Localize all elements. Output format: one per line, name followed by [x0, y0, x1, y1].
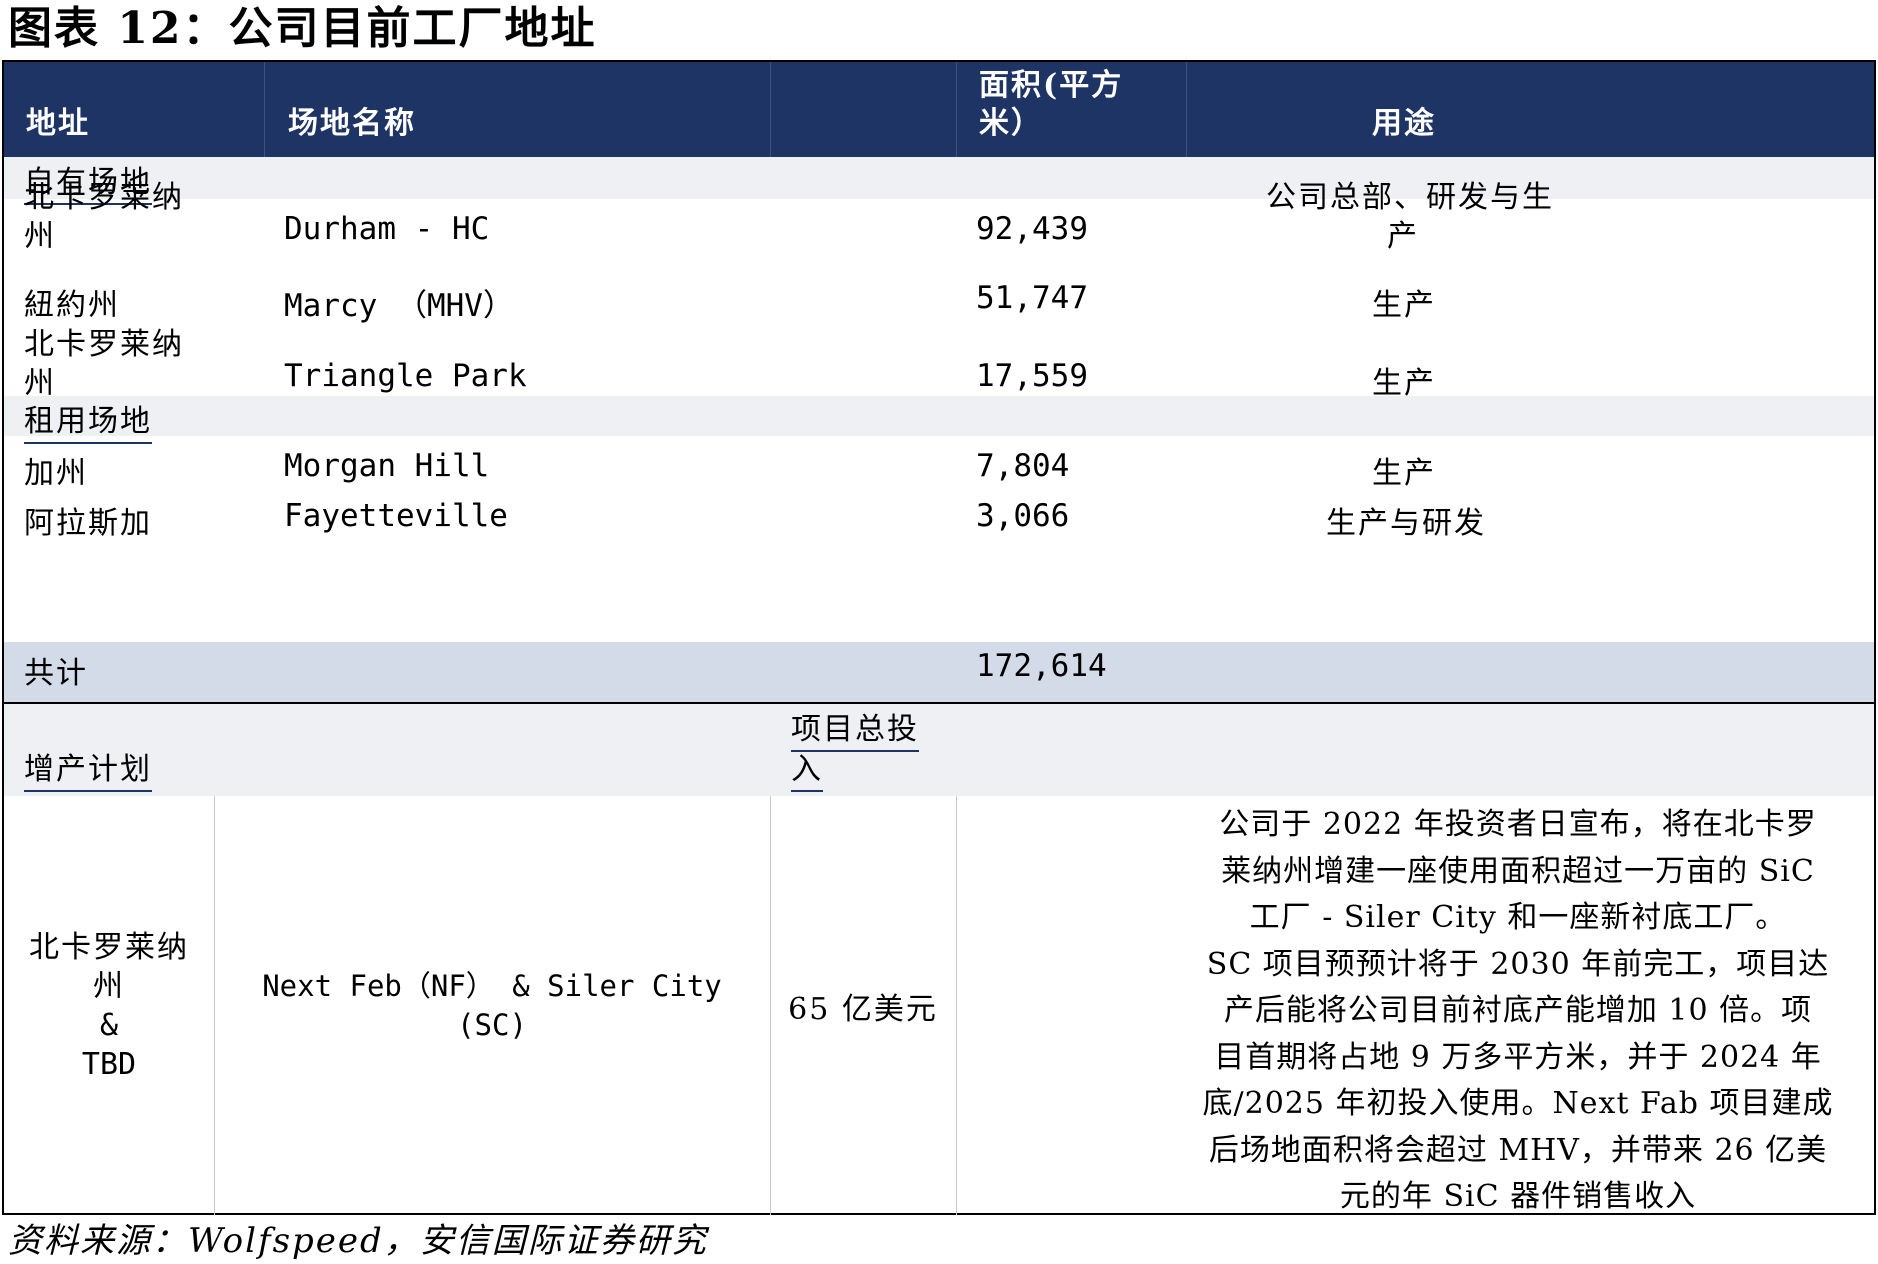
row-site: Morgan Hill	[284, 448, 490, 484]
row-address: 紐約州	[24, 288, 120, 323]
plan-address-line: &	[99, 1007, 119, 1043]
plan-address-line: TBD	[81, 1046, 137, 1082]
row-site: Durham - HC	[284, 211, 490, 247]
total-area: 172,614	[976, 648, 1107, 684]
plan-address-line: 北卡罗莱纳	[29, 929, 189, 965]
header-divider	[1186, 62, 1187, 157]
row-address-line1: 北卡罗莱纳	[24, 327, 184, 362]
plan-investment: 65 亿美元	[770, 796, 956, 1215]
row-site: Triangle Park	[284, 358, 527, 394]
plan-header-band: 增产计划 项目总投 入	[4, 704, 1874, 796]
plan-description-line: 目首期将占地 9 万多平方米，并于 2024 年	[1214, 1039, 1822, 1075]
row-usage: 生产	[1372, 456, 1436, 491]
factory-table: 地址 场地名称 面积(平方 米） 用途 自有场地 北卡罗莱纳 州 Durham …	[2, 60, 1876, 1215]
plan-description-line: 莱纳州增建一座使用面积超过一万亩的 SiC	[1221, 853, 1815, 889]
row-area: 92,439	[976, 211, 1088, 247]
section-plan-label: 增产计划	[24, 744, 152, 792]
source-note: 资料来源：Wolfspeed，安信国际证券研究	[8, 1221, 708, 1261]
row-usage-line1: 公司总部、研发与生	[1266, 180, 1554, 215]
plan-description-line: 工厂 - Siler City 和一座新衬底工厂。	[1249, 900, 1787, 935]
section-leased-label: 租用场地	[24, 396, 152, 444]
header-divider	[956, 62, 957, 157]
row-address-line2: 州	[24, 219, 56, 254]
row-area: 51,747	[976, 280, 1088, 316]
plan-investment-header-line2: 入	[791, 744, 823, 792]
total-row: 共计 172,614	[4, 642, 1874, 704]
row-site: Marcy （MHV）	[284, 288, 514, 324]
plan-site-line2: (SC)	[457, 1007, 527, 1042]
row-address: 阿拉斯加	[24, 506, 152, 541]
figure-title: 图表 12：公司目前工厂地址	[8, 3, 597, 54]
header-divider	[264, 62, 265, 157]
row-area: 7,804	[976, 448, 1070, 484]
plan-description-line: 产后能将公司目前衬底产能增加 10 倍。项	[1223, 993, 1813, 1028]
row-usage: 生产	[1372, 288, 1436, 323]
row-area: 3,066	[976, 498, 1070, 534]
plan-description-line: 底/2025 年初投入使用。Next Fab 项目建成	[1202, 1086, 1834, 1121]
grid-line	[956, 796, 957, 1215]
row-address: 加州	[24, 456, 88, 491]
plan-address-line: 州	[93, 968, 125, 1004]
header-address: 地址	[26, 106, 90, 141]
section-owned-band: 自有场地	[4, 157, 1874, 205]
row-usage: 生产与研发	[1326, 506, 1486, 541]
row-address-line1: 北卡罗莱纳	[24, 180, 184, 215]
row-site: Fayetteville	[284, 498, 508, 534]
plan-investment-value: 65 亿美元	[788, 991, 938, 1027]
header-usage: 用途	[1372, 106, 1436, 141]
header-area-line2: 米）	[979, 106, 1043, 141]
plan-description-line: 后场地面积将会超过 MHV，并带来 26 亿美	[1208, 1132, 1828, 1168]
row-area: 17,559	[976, 358, 1088, 394]
plan-site-line1: Next Feb（NF） & Siler City	[262, 968, 722, 1003]
section-leased-band: 租用场地	[4, 396, 1874, 444]
header-divider	[770, 62, 771, 157]
plan-site: Next Feb（NF） & Siler City (SC)	[214, 796, 770, 1215]
row-usage-line2: 产	[1387, 219, 1419, 254]
plan-description-line: 公司于 2022 年投资者日宣布，将在北卡罗	[1219, 807, 1817, 842]
plan-description: 公司于 2022 年投资者日宣布，将在北卡罗 莱纳州增建一座使用面积超过一万亩的…	[1168, 802, 1868, 1221]
plan-address: 北卡罗莱纳 州 & TBD	[4, 796, 214, 1215]
header-site-name: 场地名称	[288, 106, 416, 141]
table-header: 地址 场地名称 面积(平方 米） 用途	[4, 62, 1874, 157]
plan-description-line: SC 项目预预计将于 2030 年前完工，项目达	[1206, 946, 1830, 982]
plan-description-line: 元的年 SiC 器件销售收入	[1339, 1179, 1697, 1214]
total-label: 共计	[24, 656, 88, 691]
